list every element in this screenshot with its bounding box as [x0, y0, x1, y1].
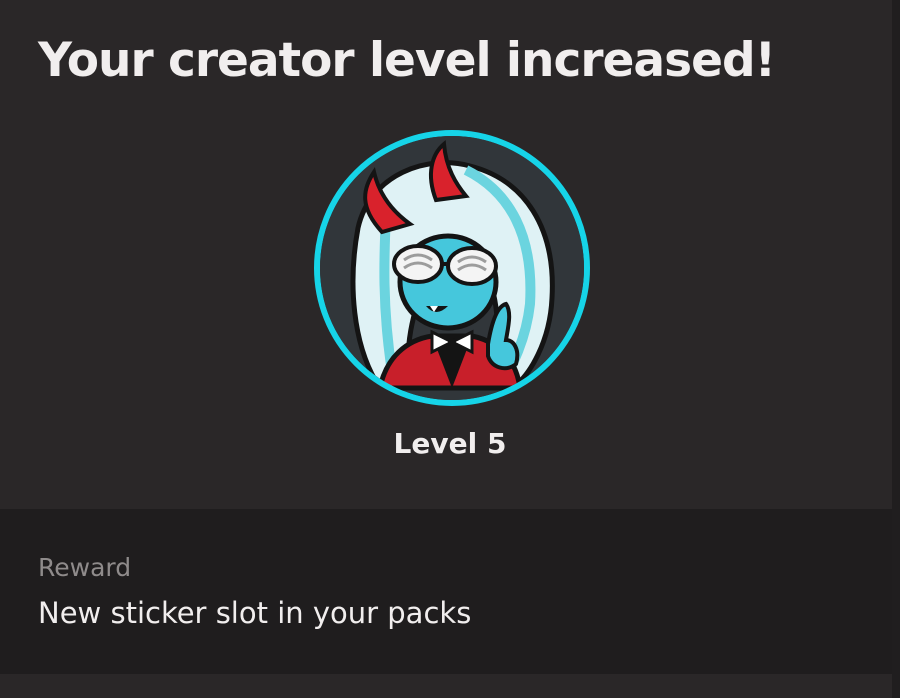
level-up-screen: Your creator level increased! Level 5 Re…: [0, 0, 900, 698]
scroll-edge: [892, 0, 900, 698]
character-avatar: [314, 130, 590, 406]
page-title: Your creator level increased!: [38, 33, 776, 88]
character-avatar-icon: [320, 136, 584, 400]
reward-heading: Reward: [38, 553, 132, 582]
bottom-strip: [0, 674, 892, 698]
reward-panel: Reward New sticker slot in your packs: [0, 509, 892, 674]
reward-description: New sticker slot in your packs: [38, 596, 472, 630]
level-label: Level 5: [393, 427, 507, 460]
